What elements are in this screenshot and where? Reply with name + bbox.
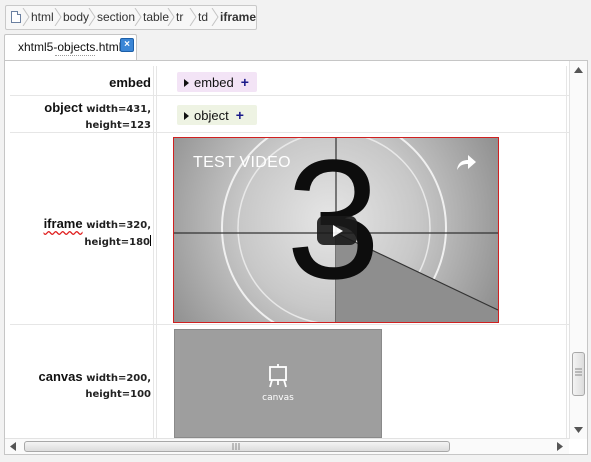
iframe-video-preview[interactable]: 3 TEST VIDEO [173, 137, 499, 323]
tag-name: embed [109, 75, 151, 90]
column-divider [153, 66, 154, 438]
vertical-scroll-thumb[interactable] [572, 352, 585, 396]
attr-width: width=320, [86, 220, 151, 231]
object-tag-label: object [194, 108, 229, 123]
scroll-right-arrow-icon[interactable] [557, 442, 563, 451]
tab-xhtml5-objects[interactable]: xhtml5-objects.html × [4, 34, 137, 62]
row-label-iframe: iframe width=320, height=180 [10, 216, 151, 250]
row-label-canvas: canvas width=200, height=100 [10, 369, 152, 402]
expand-triangle-icon[interactable] [184, 79, 189, 87]
tag-name: iframe [43, 216, 83, 231]
video-title: TEST VIDEO [193, 154, 291, 171]
row-label-embed: embed [10, 75, 151, 90]
attr-height: height=180 [84, 237, 150, 248]
row-divider [10, 324, 569, 325]
author-table: embed embed + object width=431, height=12… [10, 66, 569, 438]
tag-name: canvas [38, 369, 83, 384]
canvas-placeholder[interactable]: canvas [174, 329, 382, 438]
breadcrumb-separator-icon [189, 8, 197, 26]
attr-width: width=431, [86, 104, 151, 115]
attr-width: width=200, [86, 373, 151, 384]
attr-height: height=100 [85, 389, 151, 400]
breadcrumb-td[interactable]: td [198, 10, 208, 25]
attr-height: height=123 [85, 120, 151, 131]
tab-modified-indicator [55, 55, 95, 58]
horizontal-scroll-thumb[interactable] [24, 441, 450, 452]
vertical-scrollbar[interactable] [569, 61, 587, 439]
plus-icon[interactable]: + [236, 107, 244, 123]
document-icon [11, 11, 21, 23]
tab-label: xhtml5-objects.html [18, 40, 122, 54]
expand-triangle-icon[interactable] [184, 112, 189, 120]
row-divider [10, 95, 569, 96]
breadcrumb: html body section table tr td iframe [5, 5, 257, 30]
column-divider [566, 66, 567, 438]
breadcrumb-tr[interactable]: tr [176, 10, 183, 25]
breadcrumb-separator-icon [54, 8, 62, 26]
breadcrumb-section[interactable]: section [97, 10, 135, 25]
breadcrumb-table[interactable]: table [143, 10, 169, 25]
breadcrumb-separator-icon [22, 8, 30, 26]
breadcrumb-separator-icon [88, 8, 96, 26]
scroll-left-arrow-icon[interactable] [10, 442, 16, 451]
scroll-up-arrow-icon[interactable] [574, 67, 583, 73]
embed-tag-label: embed [194, 75, 234, 90]
breadcrumb-html[interactable]: html [31, 10, 54, 25]
plus-icon[interactable]: + [241, 74, 249, 90]
breadcrumb-body[interactable]: body [63, 10, 89, 25]
scroll-down-arrow-icon[interactable] [574, 427, 583, 433]
breadcrumb-separator-icon [134, 8, 142, 26]
easel-icon [269, 364, 287, 388]
share-icon[interactable] [455, 154, 477, 172]
grip-icon [575, 368, 582, 376]
breadcrumb-iframe[interactable]: iframe [220, 10, 256, 25]
embed-tag-widget[interactable]: embed + [177, 72, 257, 92]
canvas-label: canvas [262, 393, 294, 403]
breadcrumb-separator-icon [211, 8, 219, 26]
object-tag-widget[interactable]: object + [177, 105, 257, 125]
grip-icon [232, 443, 240, 450]
row-label-object: object width=431, height=123 [10, 101, 151, 133]
horizontal-scrollbar[interactable] [5, 438, 569, 454]
text-caret [150, 235, 151, 246]
play-button[interactable] [317, 216, 357, 245]
breadcrumb-separator-icon [167, 8, 175, 26]
column-divider [156, 66, 157, 438]
close-icon[interactable]: × [120, 38, 134, 52]
tag-name: object [44, 100, 83, 115]
